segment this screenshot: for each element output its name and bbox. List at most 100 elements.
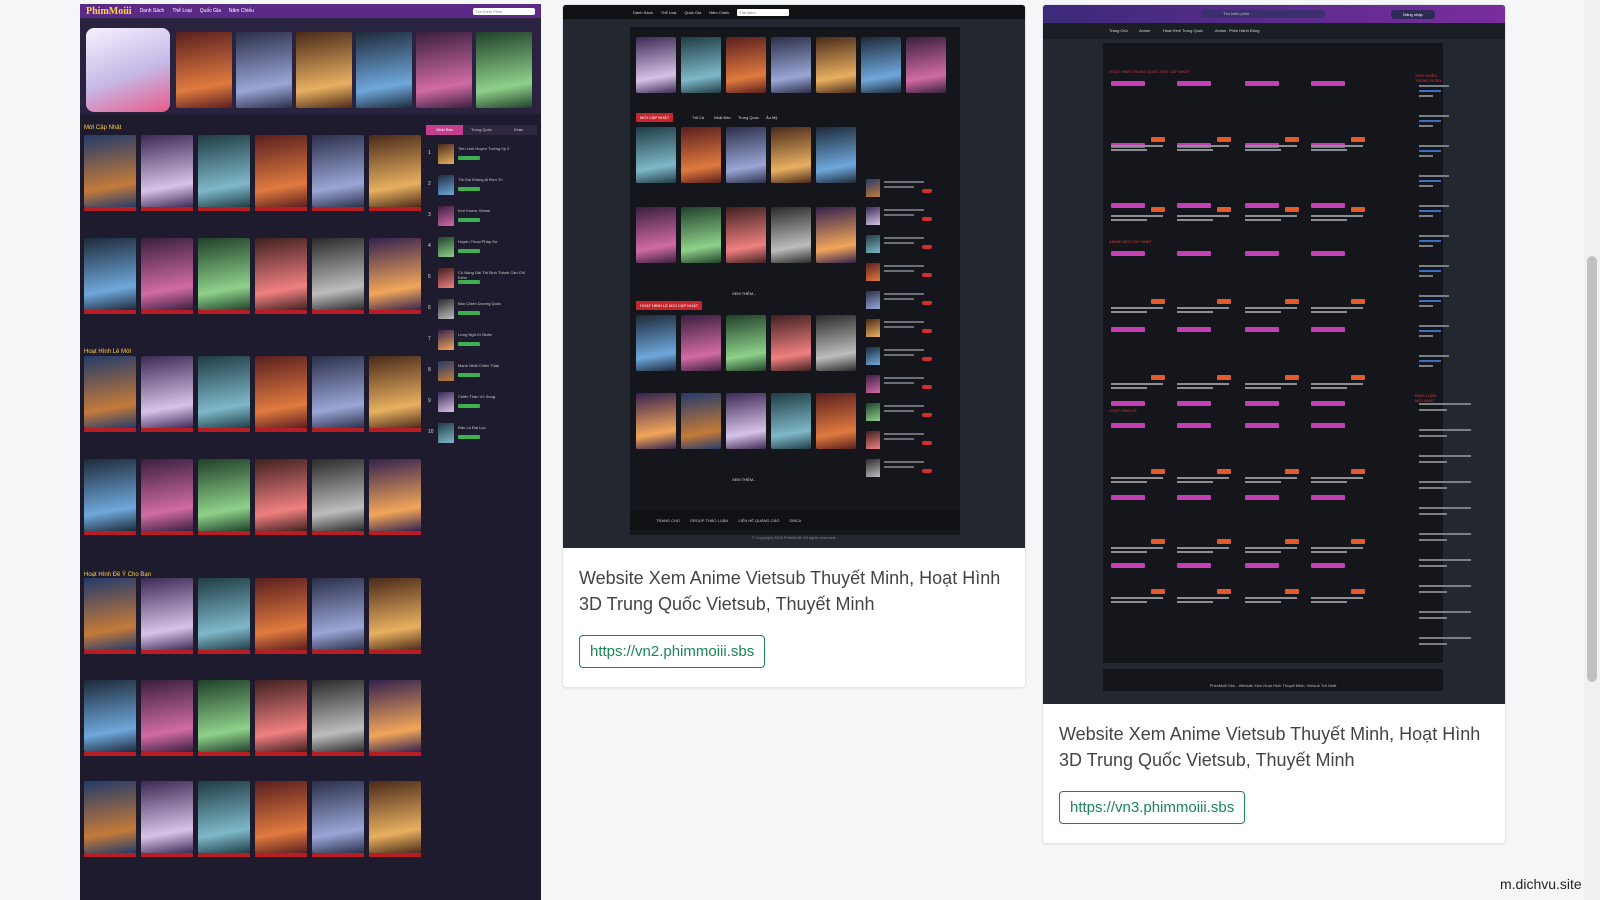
footer-link[interactable]: LIÊN HỆ QUẢNG CÁO <box>738 518 779 523</box>
movie-title-placeholder[interactable] <box>1111 477 1163 486</box>
sidebar-text-line[interactable] <box>1419 355 1449 357</box>
movie-poster[interactable] <box>141 135 193 207</box>
movie-title-placeholder[interactable] <box>1111 145 1163 154</box>
episode-tag[interactable] <box>1111 327 1145 332</box>
episode-tag[interactable] <box>1245 327 1279 332</box>
sidebar-item[interactable] <box>866 373 954 397</box>
tab-japan[interactable]: Nhật Bản <box>714 115 731 120</box>
movie-poster[interactable] <box>255 356 307 428</box>
site-logo[interactable]: PhimMoiii <box>86 6 132 17</box>
episode-tag[interactable] <box>1177 401 1211 406</box>
movie-poster[interactable] <box>255 238 307 310</box>
featured-poster[interactable] <box>861 37 901 93</box>
movie-title-placeholder[interactable] <box>1245 383 1297 392</box>
movie-poster[interactable] <box>198 680 250 752</box>
sidebar-item[interactable] <box>866 317 954 341</box>
search-input[interactable]: Tìm kiếm <box>737 8 790 16</box>
episode-tag[interactable] <box>1177 327 1211 332</box>
sidebar-link-line[interactable] <box>1419 330 1441 332</box>
movie-poster[interactable] <box>636 393 676 449</box>
movie-title-placeholder[interactable] <box>1177 597 1229 606</box>
nav-item[interactable]: Danh Sách <box>633 10 653 15</box>
movie-poster[interactable] <box>312 238 364 310</box>
episode-tag[interactable] <box>1311 563 1345 568</box>
movie-title-placeholder[interactable] <box>1177 477 1229 486</box>
movie-poster[interactable] <box>726 393 766 449</box>
sidebar-link-line[interactable] <box>1419 300 1441 302</box>
ranking-item[interactable]: 9 Chiến Thần Vô Song <box>426 390 537 418</box>
episode-tag[interactable] <box>1245 423 1279 428</box>
movie-poster[interactable] <box>312 356 364 428</box>
movie-poster[interactable] <box>636 207 676 263</box>
sidebar-link-line[interactable] <box>1419 210 1441 212</box>
search-input[interactable]: Tìm kiếm phim... <box>1201 10 1325 18</box>
movie-title-placeholder[interactable] <box>1311 145 1363 154</box>
ranking-item[interactable]: 6 Bảo Chiến Dương Quốc <box>426 297 537 325</box>
movie-title-placeholder[interactable] <box>1245 145 1297 154</box>
movie-poster[interactable] <box>312 781 364 853</box>
movie-poster[interactable] <box>141 680 193 752</box>
episode-tag[interactable] <box>1245 401 1279 406</box>
nav-item[interactable]: Thể Loại <box>172 8 191 14</box>
episode-tag[interactable] <box>1311 423 1345 428</box>
sidebar-text-line[interactable] <box>1419 205 1449 207</box>
comment-line[interactable] <box>1419 611 1471 613</box>
movie-poster[interactable] <box>636 315 676 371</box>
banner-poster[interactable] <box>176 32 232 108</box>
ranking-item[interactable]: 3 Kon Kuma: Sense <box>426 204 537 232</box>
movie-poster[interactable] <box>816 127 856 183</box>
sidebar-item[interactable] <box>866 401 954 425</box>
sidebar-text-line[interactable] <box>1419 295 1449 297</box>
episode-tag[interactable] <box>1311 251 1345 256</box>
nav-item[interactable]: Quốc Gia <box>200 8 221 14</box>
episode-tag[interactable] <box>1245 81 1279 86</box>
movie-title-placeholder[interactable] <box>1245 307 1297 316</box>
movie-poster[interactable] <box>369 578 421 650</box>
episode-tag[interactable] <box>1111 81 1145 86</box>
movie-poster[interactable] <box>312 578 364 650</box>
movie-poster[interactable] <box>141 238 193 310</box>
movie-title-placeholder[interactable] <box>1311 215 1363 224</box>
tab-west[interactable]: Âu Mỹ <box>766 115 777 120</box>
episode-tag[interactable] <box>1311 327 1345 332</box>
episode-tag[interactable] <box>1245 495 1279 500</box>
movie-poster[interactable] <box>369 356 421 428</box>
movie-title-placeholder[interactable] <box>1245 477 1297 486</box>
movie-poster[interactable] <box>198 459 250 531</box>
sidebar-item[interactable] <box>866 233 954 257</box>
featured-poster[interactable] <box>906 37 946 93</box>
movie-poster[interactable] <box>636 127 676 183</box>
comment-line[interactable] <box>1419 481 1471 483</box>
movie-poster[interactable] <box>369 781 421 853</box>
movie-title-placeholder[interactable] <box>1111 547 1163 556</box>
episode-tag[interactable] <box>1245 251 1279 256</box>
sidebar-text-line[interactable] <box>1419 265 1449 267</box>
movie-poster[interactable] <box>141 578 193 650</box>
comment-line[interactable] <box>1419 559 1471 561</box>
sidebar-link-line[interactable] <box>1419 180 1441 182</box>
sidebar-text-line[interactable] <box>1419 175 1449 177</box>
episode-tag[interactable] <box>1177 203 1211 208</box>
movie-poster[interactable] <box>141 356 193 428</box>
movie-poster[interactable] <box>771 315 811 371</box>
sidebar-link-line[interactable] <box>1419 360 1441 362</box>
comment-line[interactable] <box>1419 429 1471 431</box>
footer-link[interactable]: GROUP THẢO LUẬN <box>690 518 729 523</box>
comment-line[interactable] <box>1419 585 1471 587</box>
movie-title-placeholder[interactable] <box>1245 215 1297 224</box>
nav-item[interactable]: Quốc Gia <box>684 10 701 15</box>
sidebar-text-line[interactable] <box>1419 325 1449 327</box>
movie-poster[interactable] <box>312 459 364 531</box>
comment-line[interactable] <box>1419 403 1471 405</box>
episode-tag[interactable] <box>1111 495 1145 500</box>
sidebar-item[interactable] <box>866 177 954 201</box>
sidebar-link-line[interactable] <box>1419 90 1441 92</box>
movie-poster[interactable] <box>84 781 136 853</box>
episode-tag[interactable] <box>1177 81 1211 86</box>
nav-item[interactable]: Danh Sách <box>140 8 165 14</box>
episode-tag[interactable] <box>1111 563 1145 568</box>
movie-poster[interactable] <box>369 680 421 752</box>
movie-poster[interactable] <box>141 781 193 853</box>
movie-poster[interactable] <box>198 238 250 310</box>
movie-poster[interactable] <box>84 680 136 752</box>
